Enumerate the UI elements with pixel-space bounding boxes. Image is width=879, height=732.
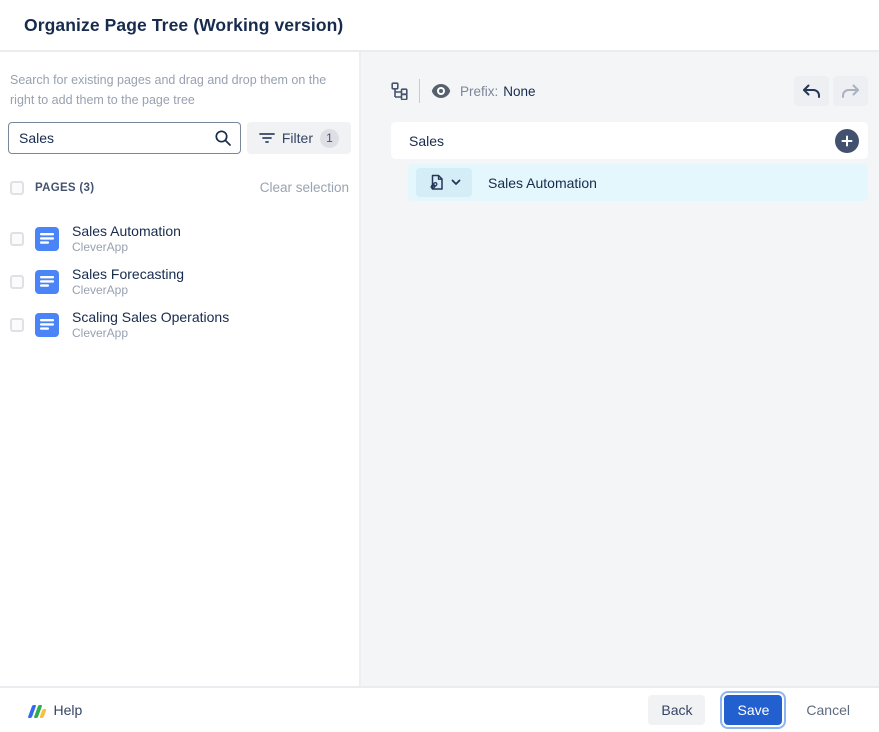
page-result-row[interactable]: Sales Forecasting CleverApp	[8, 266, 351, 298]
page-result-title: Scaling Sales Operations	[72, 309, 229, 325]
page-icon	[35, 270, 59, 294]
undo-icon	[802, 84, 821, 99]
search-row: Filter 1	[8, 122, 351, 154]
toolbar-divider	[419, 79, 420, 103]
page-link-icon	[428, 174, 444, 191]
page-result-space: CleverApp	[72, 326, 229, 341]
tree-root-row[interactable]: Sales	[391, 122, 868, 159]
page-result-title: Sales Automation	[72, 223, 181, 239]
search-panel: Search for existing pages and drag and d…	[0, 52, 361, 686]
search-input[interactable]	[8, 122, 241, 154]
organize-page-tree-dialog: Organize Page Tree (Working version) Sea…	[0, 0, 879, 732]
page-result-text: Sales Forecasting CleverApp	[72, 266, 184, 298]
page-icon	[35, 313, 59, 337]
select-all-checkbox[interactable]	[10, 181, 24, 195]
help-logo-icon	[30, 703, 45, 718]
page-icon	[35, 227, 59, 251]
filter-count-badge: 1	[320, 129, 339, 148]
page-result-title: Sales Forecasting	[72, 266, 184, 282]
pages-count-label: PAGES (3)	[35, 182, 94, 194]
eye-icon[interactable]	[431, 83, 451, 99]
page-type-dropdown[interactable]	[416, 168, 472, 197]
page-title: Organize Page Tree (Working version)	[24, 15, 343, 36]
page-checkbox[interactable]	[10, 275, 24, 289]
prefix-label: Prefix:	[460, 84, 498, 99]
footer-actions: Back Save Cancel	[648, 695, 855, 725]
tree-child-title: Sales Automation	[488, 175, 597, 191]
add-icon	[841, 135, 853, 147]
page-result-space: CleverApp	[72, 283, 184, 298]
help-label: Help	[54, 702, 83, 718]
page-checkbox[interactable]	[10, 232, 24, 246]
tree-toolbar: Prefix: None	[391, 76, 868, 106]
save-button[interactable]: Save	[724, 695, 782, 725]
page-tree-panel: Prefix: None Sales	[361, 52, 879, 686]
page-result-row[interactable]: Scaling Sales Operations CleverApp	[8, 309, 351, 341]
dialog-body: Search for existing pages and drag and d…	[0, 52, 879, 686]
filter-button-label: Filter	[282, 130, 313, 146]
cancel-button[interactable]: Cancel	[801, 695, 855, 725]
search-results-list: Sales Automation CleverApp Sales Forecas…	[8, 223, 351, 341]
page-result-text: Sales Automation CleverApp	[72, 223, 181, 255]
page-result-row[interactable]: Sales Automation CleverApp	[8, 223, 351, 255]
undo-button[interactable]	[794, 76, 829, 106]
back-button[interactable]: Back	[648, 695, 705, 725]
search-panel-description: Search for existing pages and drag and d…	[10, 70, 349, 110]
prefix-value[interactable]: None	[503, 84, 535, 99]
dialog-footer: Help Back Save Cancel	[0, 686, 879, 732]
search-box	[8, 122, 241, 154]
page-tree: Sales Sales Automation	[391, 122, 868, 201]
dialog-header: Organize Page Tree (Working version)	[0, 0, 879, 52]
page-result-space: CleverApp	[72, 240, 181, 255]
tree-view-icon[interactable]	[391, 82, 409, 100]
add-page-button[interactable]	[835, 129, 859, 153]
clear-selection-link[interactable]: Clear selection	[260, 180, 349, 195]
filter-icon	[259, 131, 275, 145]
filter-button[interactable]: Filter 1	[247, 122, 351, 154]
redo-icon	[841, 84, 860, 99]
page-checkbox[interactable]	[10, 318, 24, 332]
redo-button[interactable]	[833, 76, 868, 106]
pages-list-header: PAGES (3) Clear selection	[10, 180, 349, 195]
page-result-text: Scaling Sales Operations CleverApp	[72, 309, 229, 341]
history-controls	[794, 76, 868, 106]
tree-child-row[interactable]: Sales Automation	[408, 164, 868, 201]
chevron-down-icon	[451, 179, 461, 186]
help-link[interactable]: Help	[30, 702, 82, 718]
tree-root-title: Sales	[409, 133, 444, 149]
